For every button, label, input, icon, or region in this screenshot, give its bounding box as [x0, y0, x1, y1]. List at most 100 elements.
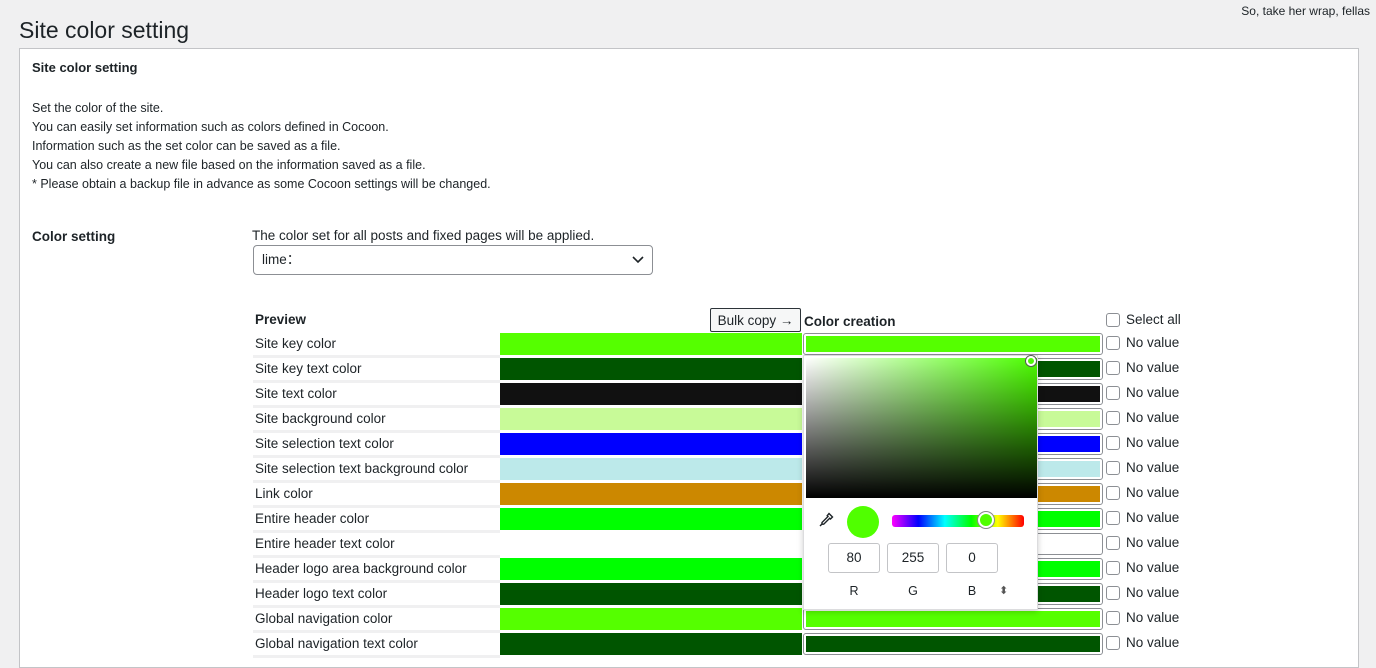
no-value-option[interactable]: No value: [1106, 485, 1179, 500]
color-row: Site selection text color No value: [20, 433, 1360, 458]
description-line: Information such as the set color can be…: [32, 139, 341, 153]
color-preview-swatch: [500, 508, 802, 530]
no-value-option[interactable]: No value: [1106, 535, 1179, 550]
page-title: Site color setting: [19, 17, 190, 43]
no-value-checkbox[interactable]: [1106, 560, 1120, 575]
color-preview-swatch: [500, 358, 802, 380]
no-value-checkbox[interactable]: [1106, 360, 1120, 375]
eyedropper-icon[interactable]: [818, 512, 834, 528]
no-value-label: No value: [1126, 560, 1180, 575]
color-name-label: Site background color: [253, 408, 500, 433]
no-value-checkbox[interactable]: [1106, 535, 1120, 550]
blue-label: B: [967, 584, 977, 598]
color-row: Global navigation color No value: [20, 608, 1360, 633]
color-name-label: Site key text color: [253, 358, 500, 383]
hue-slider[interactable]: [892, 512, 1024, 528]
no-value-label: No value: [1126, 635, 1180, 650]
chevron-down-icon: [632, 256, 644, 264]
no-value-label: No value: [1126, 535, 1180, 550]
color-name-label: Site selection text color: [253, 433, 500, 458]
panel-title: Site color setting: [32, 60, 138, 75]
no-value-option[interactable]: No value: [1106, 335, 1179, 350]
no-value-option[interactable]: No value: [1106, 560, 1179, 575]
no-value-option[interactable]: No value: [1106, 385, 1179, 400]
color-row: Header logo area background color No valu…: [20, 558, 1360, 583]
saturation-value-area[interactable]: [806, 356, 1037, 498]
green-input[interactable]: 255: [887, 543, 939, 573]
no-value-label: No value: [1126, 435, 1180, 450]
no-value-checkbox[interactable]: [1106, 335, 1120, 350]
color-preview-swatch: [500, 483, 802, 505]
color-preview-swatch: [500, 333, 802, 355]
no-value-label: No value: [1126, 385, 1180, 400]
no-value-option[interactable]: No value: [1106, 410, 1179, 425]
no-value-checkbox[interactable]: [1106, 585, 1120, 600]
color-name-label: Global navigation color: [253, 608, 500, 633]
color-name-label: Global navigation text color: [253, 633, 500, 658]
color-preview-swatch: [500, 583, 802, 605]
no-value-label: No value: [1126, 410, 1180, 425]
color-input-field[interactable]: [803, 333, 1103, 355]
red-input[interactable]: 80: [828, 543, 880, 573]
color-name-label: Site key color: [253, 333, 500, 358]
color-name-label: Site text color: [253, 383, 500, 408]
description-line: Set the color of the site.: [32, 101, 164, 115]
color-input-fill: [806, 611, 1100, 627]
color-row: Entire header color No value: [20, 508, 1360, 533]
red-label: R: [849, 584, 859, 598]
bulk-copy-button[interactable]: Bulk copy →: [710, 308, 801, 332]
sv-handle[interactable]: [1026, 356, 1036, 366]
no-value-option[interactable]: No value: [1106, 435, 1179, 450]
no-value-label: No value: [1126, 460, 1180, 475]
no-value-checkbox[interactable]: [1106, 460, 1120, 475]
color-name-label: Entire header text color: [253, 533, 500, 558]
mode-toggle-icon[interactable]: ⬍: [999, 584, 1008, 597]
user-greeting[interactable]: So, take her wrap, fellas: [1241, 4, 1370, 18]
color-picker-popup[interactable]: 80 255 0 R G B ⬍: [803, 355, 1038, 610]
no-value-checkbox[interactable]: [1106, 385, 1120, 400]
color-input-field[interactable]: [803, 608, 1103, 630]
color-preview-swatch: [500, 533, 802, 555]
color-row: Site text color No value: [20, 383, 1360, 408]
no-value-checkbox[interactable]: [1106, 610, 1120, 625]
color-input-fill: [806, 336, 1100, 352]
blue-input[interactable]: 0: [946, 543, 998, 573]
no-value-label: No value: [1126, 585, 1180, 600]
no-value-checkbox[interactable]: [1106, 510, 1120, 525]
color-set-selected: lime：: [262, 252, 301, 267]
color-preview-swatch: [500, 608, 802, 630]
no-value-checkbox[interactable]: [1106, 435, 1120, 450]
color-setting-label: Color setting: [32, 229, 116, 244]
color-preview-swatch: [500, 408, 802, 430]
select-all[interactable]: Select all: [1106, 312, 1181, 327]
no-value-checkbox[interactable]: [1106, 635, 1120, 650]
no-value-option[interactable]: No value: [1106, 610, 1179, 625]
color-row: Site key color No value: [20, 333, 1360, 358]
no-value-label: No value: [1126, 485, 1180, 500]
no-value-checkbox[interactable]: [1106, 485, 1120, 500]
description-line: You can easily set information such as c…: [32, 120, 389, 134]
no-value-checkbox[interactable]: [1106, 410, 1120, 425]
color-name-label: Header logo text color: [253, 583, 500, 608]
current-color-preview: [847, 506, 879, 538]
color-preview-swatch: [500, 383, 802, 405]
no-value-label: No value: [1126, 360, 1180, 375]
color-preview-swatch: [500, 458, 802, 480]
no-value-option[interactable]: No value: [1106, 585, 1179, 600]
settings-panel: Site color setting Set the color of the …: [19, 48, 1359, 668]
no-value-option[interactable]: No value: [1106, 460, 1179, 475]
color-name-label: Link color: [253, 483, 500, 508]
color-preview-swatch: [500, 558, 802, 580]
color-set-select[interactable]: lime：: [253, 245, 653, 275]
select-all-checkbox[interactable]: [1106, 312, 1120, 327]
color-name-label: Header logo area background color: [253, 558, 500, 583]
description-line: You can also create a new file based on …: [32, 158, 426, 172]
no-value-option[interactable]: No value: [1106, 510, 1179, 525]
green-label: G: [908, 584, 918, 598]
no-value-option[interactable]: No value: [1106, 635, 1179, 650]
select-all-label: Select all: [1126, 312, 1181, 327]
color-name-label: Site selection text background color: [253, 458, 500, 483]
hue-handle[interactable]: [978, 512, 994, 528]
color-input-field[interactable]: [803, 633, 1103, 655]
no-value-option[interactable]: No value: [1106, 360, 1179, 375]
